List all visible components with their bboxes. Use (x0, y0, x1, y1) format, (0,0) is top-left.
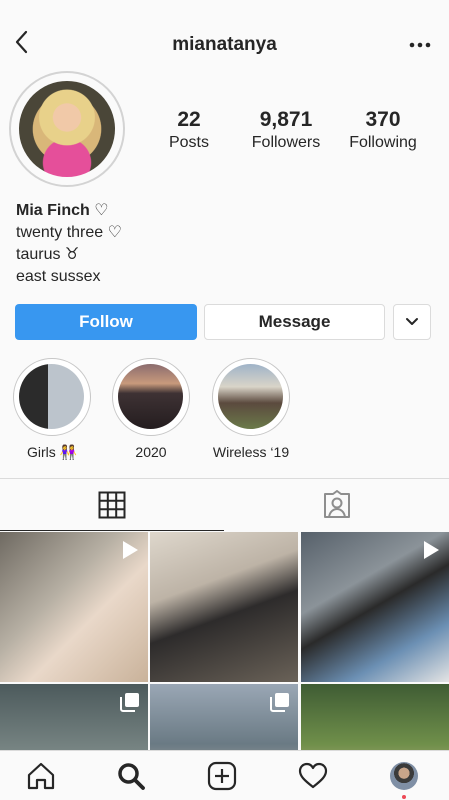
message-button[interactable]: Message (204, 304, 385, 340)
posts-grid (0, 532, 449, 750)
following-stat[interactable]: 370 Following (343, 108, 423, 152)
tagged-person-icon (324, 490, 350, 518)
nav-search[interactable] (116, 761, 146, 791)
posts-stat: 22 Posts (165, 108, 213, 152)
post-thumbnail[interactable] (0, 532, 148, 682)
chevron-down-icon (406, 318, 418, 325)
bio-line: taurus ♉︎ (16, 246, 80, 263)
posts-label: Posts (168, 134, 209, 151)
grid-icon (98, 491, 126, 518)
tab-tagged[interactable] (225, 479, 449, 531)
notification-dot (402, 795, 406, 799)
highlight-cover (218, 364, 283, 429)
post-thumbnail[interactable] (150, 532, 298, 682)
multiple-images-icon (270, 693, 289, 712)
nav-home[interactable] (26, 761, 56, 791)
highlight-2020[interactable]: 2020 (111, 358, 191, 460)
tab-posts-grid[interactable] (0, 479, 224, 531)
highlight-label: Wireless ‘19 (212, 444, 290, 460)
profile-tabs (0, 478, 449, 531)
highlight-cover (19, 364, 84, 429)
profile-avatar[interactable] (9, 71, 125, 187)
home-icon (27, 762, 55, 790)
multiple-images-icon (120, 693, 139, 712)
following-count: 370 (365, 108, 401, 131)
profile-photo (19, 81, 115, 177)
highlight-label: Girls 👭 (26, 444, 78, 460)
profile-bio: Mia Finch ♡ twenty three ♡ taurus ♉︎ eas… (16, 200, 122, 288)
bottom-navigation (0, 750, 449, 800)
followers-stat[interactable]: 9,871 Followers (246, 108, 326, 152)
highlight-ring (212, 358, 290, 436)
highlight-girls[interactable]: Girls 👭 (12, 358, 92, 461)
suggestions-dropdown-button[interactable] (393, 304, 431, 340)
heart-icon (298, 762, 328, 789)
bio-line: east sussex (16, 268, 101, 285)
post-thumbnail[interactable] (301, 684, 449, 750)
video-play-icon (123, 541, 138, 559)
post-thumbnail[interactable] (301, 532, 449, 682)
follow-button[interactable]: Follow (15, 304, 197, 340)
add-post-icon (207, 761, 237, 791)
profile-full-name: Mia Finch ♡ (16, 202, 109, 219)
nav-profile[interactable] (389, 761, 419, 791)
highlight-ring (112, 358, 190, 436)
search-icon (118, 763, 145, 790)
post-thumbnail[interactable] (0, 684, 148, 750)
profile-avatar-icon (390, 762, 418, 790)
profile-username: mianatanya (172, 34, 277, 55)
highlight-cover (118, 364, 183, 429)
more-options-icon[interactable] (409, 40, 431, 50)
highlight-wireless-19[interactable]: Wireless ‘19 (211, 358, 291, 460)
following-label: Following (349, 134, 417, 151)
nav-activity[interactable] (298, 761, 328, 791)
highlight-label: 2020 (135, 444, 167, 460)
video-play-icon (424, 541, 439, 559)
followers-label: Followers (251, 134, 321, 151)
bio-line: twenty three ♡ (16, 224, 122, 241)
nav-new-post[interactable] (207, 761, 237, 791)
posts-count: 22 (177, 108, 201, 131)
post-thumbnail[interactable] (150, 684, 298, 750)
followers-count: 9,871 (259, 108, 313, 131)
highlight-ring (13, 358, 91, 436)
